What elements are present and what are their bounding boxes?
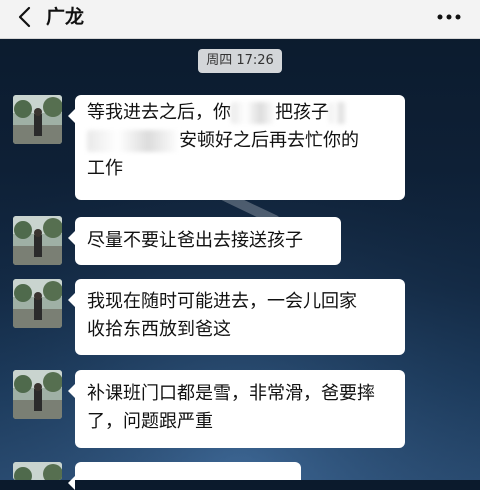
more-button[interactable] xyxy=(432,4,466,30)
redacted-region xyxy=(231,102,275,124)
redacted-region xyxy=(87,130,179,152)
message-text: 等我进去之后，你 xyxy=(87,102,231,123)
timestamp-pill: 周四 17:26 xyxy=(198,49,282,73)
message-bubble[interactable]: 补课班门口都是雪，非常滑，爸要摔 了，问题跟严重 xyxy=(68,370,405,448)
message-text: 我现在随时可能进去，一会儿回家 xyxy=(87,291,357,312)
message-text: 收拾东西放到爸这 xyxy=(87,319,231,340)
message-text: 了，问题跟严重 xyxy=(87,411,213,432)
redacted-region xyxy=(329,102,347,124)
avatar[interactable] xyxy=(13,95,62,144)
message-text: 安顿好之后再去忙你的 xyxy=(179,130,359,151)
more-dots-icon xyxy=(437,14,461,20)
message-bubble-partial[interactable] xyxy=(68,462,301,490)
message-text: 工作 xyxy=(87,158,123,179)
avatar-photo-icon xyxy=(13,279,62,328)
back-button[interactable] xyxy=(10,2,40,32)
avatar-photo-icon xyxy=(13,370,62,419)
contact-name: 广龙 xyxy=(46,6,85,28)
avatar[interactable] xyxy=(13,279,62,328)
avatar[interactable] xyxy=(13,462,62,480)
message-text: 尽量不要让爸出去接送孩子 xyxy=(87,230,303,251)
chevron-left-icon xyxy=(18,6,31,28)
avatar-photo-icon xyxy=(13,462,62,480)
message-bubble[interactable]: 尽量不要让爸出去接送孩子 xyxy=(68,217,341,265)
message-bubble[interactable]: 我现在随时可能进去，一会儿回家 收拾东西放到爸这 xyxy=(68,279,405,355)
avatar-photo-icon xyxy=(13,216,62,265)
chat-header: 广龙 xyxy=(0,0,480,39)
message-text: 补课班门口都是雪，非常滑，爸要摔 xyxy=(87,383,375,404)
avatar-photo-icon xyxy=(13,95,62,144)
avatar[interactable] xyxy=(13,370,62,419)
message-bubble[interactable]: 等我进去之后，你 把孩子 安顿好之后再去忙你的 工作 xyxy=(68,95,405,200)
message-text: 把孩子 xyxy=(275,102,329,123)
avatar[interactable] xyxy=(13,216,62,265)
